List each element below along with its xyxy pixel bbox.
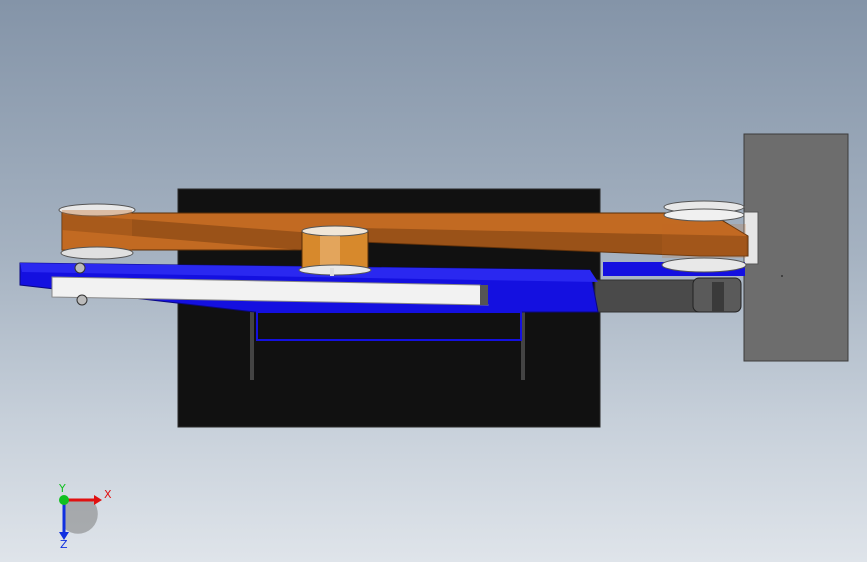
arm-joint-pin[interactable] (712, 282, 724, 312)
center-pulley[interactable] (298, 225, 372, 276)
triad-shadow (64, 500, 98, 534)
bolt-left-lower[interactable] (76, 294, 88, 306)
white-bar-end[interactable] (480, 285, 488, 305)
3d-viewport[interactable]: X Y Z (0, 0, 867, 562)
cad-model-scene[interactable] (0, 0, 867, 562)
gray-mount-block[interactable] (743, 133, 849, 362)
y-axis-label: Y (58, 482, 66, 495)
x-axis-label: X (104, 488, 112, 501)
y-axis-dot (59, 495, 69, 505)
bolt-left-upper[interactable] (74, 262, 86, 274)
right-pulley[interactable] (661, 200, 747, 273)
z-axis-label: Z (60, 538, 68, 548)
x-axis-arrow (94, 495, 102, 505)
coordinate-triad[interactable]: X Y Z (48, 482, 118, 548)
left-pulley[interactable] (58, 203, 136, 260)
dark-gray-arm[interactable] (594, 279, 706, 313)
mount-dot (781, 275, 783, 277)
